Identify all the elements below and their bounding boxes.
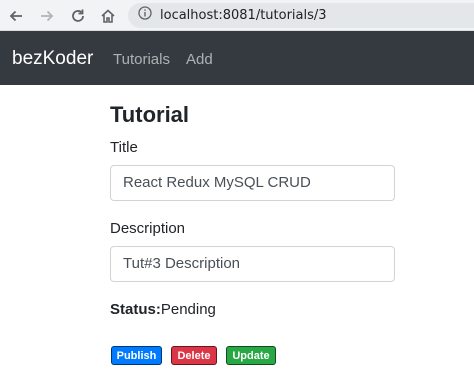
app-navbar: bezKoder Tutorials Add [0, 31, 474, 85]
page-title: Tutorial [110, 102, 190, 127]
status-row: Status:Pending [110, 301, 216, 318]
title-label: Title [110, 139, 138, 156]
description-label: Description [110, 220, 186, 237]
description-field[interactable]: Tut#3 Description [110, 246, 395, 282]
title-field[interactable]: React Redux MySQL CRUD [110, 165, 395, 201]
reload-icon[interactable] [66, 4, 89, 27]
back-arrow-icon[interactable] [4, 4, 27, 27]
delete-button[interactable]: Delete [171, 346, 217, 365]
publish-button[interactable]: Publish [111, 346, 162, 365]
forward-arrow-icon[interactable] [35, 4, 58, 27]
nav-link-add[interactable]: Add [186, 51, 213, 68]
site-info-icon[interactable] [138, 6, 152, 25]
browser-toolbar: localhost:8081/tutorials/3 [0, 0, 474, 31]
nav-link-tutorials[interactable]: Tutorials [113, 51, 170, 68]
update-button[interactable]: Update [226, 346, 276, 365]
status-label: Status: [110, 301, 161, 318]
brand-link[interactable]: bezKoder [12, 48, 93, 70]
url-text: localhost:8081/tutorials/3 [160, 8, 327, 23]
status-value: Pending [160, 301, 216, 318]
address-bar[interactable]: localhost:8081/tutorials/3 [128, 3, 474, 28]
home-icon[interactable] [96, 4, 119, 27]
